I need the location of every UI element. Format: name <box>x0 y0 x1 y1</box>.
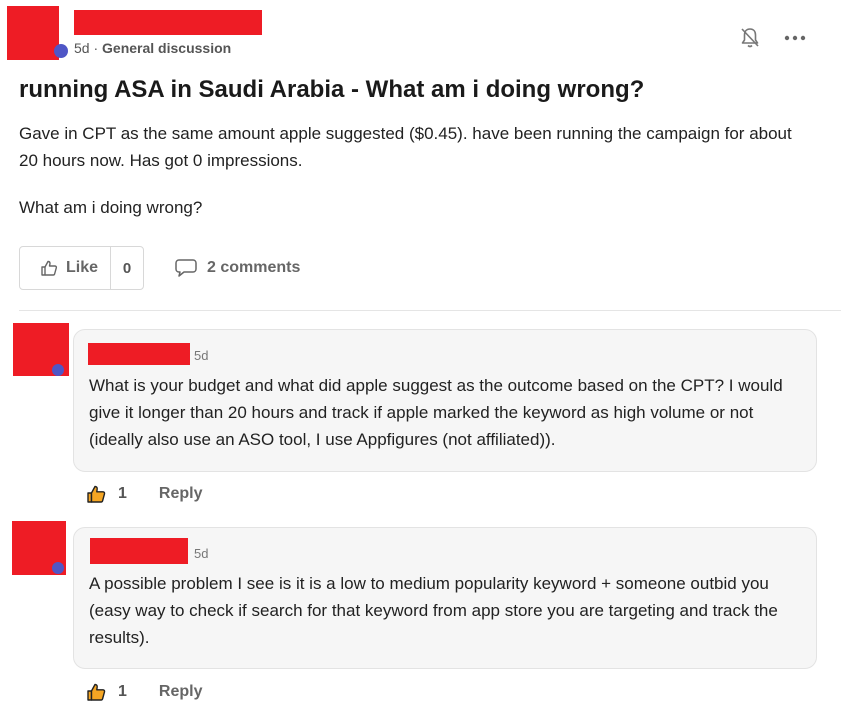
comments-button[interactable]: 2 comments <box>175 258 300 278</box>
comment-text: A possible problem I see is it is a low … <box>89 574 778 647</box>
reply-button[interactable]: Reply <box>159 683 203 701</box>
redacted-author-name[interactable] <box>74 10 262 35</box>
redacted-commenter-name[interactable] <box>88 343 190 365</box>
comment-bubble-icon <box>175 259 197 277</box>
comment-actions: 1 Reply <box>86 484 202 504</box>
avatar-badge <box>54 44 68 58</box>
reply-button[interactable]: Reply <box>159 485 203 503</box>
like-button[interactable]: Like <box>20 247 110 289</box>
notification-bell-icon[interactable] <box>738 26 762 50</box>
like-widget: Like 0 <box>19 246 144 290</box>
comment-card: 5d What is your budget and what did appl… <box>73 329 817 472</box>
like-label: Like <box>66 259 99 276</box>
comment-text: What is your budget and what did apple s… <box>89 376 783 449</box>
comments-count-label: 2 comments <box>207 259 301 276</box>
post-paragraph-2: What am i doing wrong? <box>19 198 203 217</box>
post-time: 5d <box>74 40 90 56</box>
avatar-badge <box>52 364 64 376</box>
thumbs-up-filled-icon[interactable] <box>86 682 106 702</box>
comment-actions: 1 Reply <box>86 682 202 702</box>
post-title: running ASA in Saudi Arabia - What am i … <box>19 76 645 103</box>
thumbs-up-filled-icon[interactable] <box>86 484 106 504</box>
comment-card: 5d A possible problem I see is it is a l… <box>73 527 817 669</box>
comment-like-count: 1 <box>118 683 127 700</box>
more-options-icon[interactable] <box>782 26 808 50</box>
thumbs-up-icon <box>41 260 58 276</box>
like-count: 0 <box>110 247 143 289</box>
post-paragraph-1: Gave in CPT as the same amount apple sug… <box>19 124 792 170</box>
avatar-badge <box>52 562 64 574</box>
comment-time: 5d <box>194 348 209 363</box>
post-category[interactable]: General discussion <box>102 40 231 56</box>
comment-time: 5d <box>194 546 209 561</box>
redacted-author-avatar <box>7 6 59 60</box>
post-meta: 5d · General discussion <box>74 40 231 56</box>
meta-separator: · <box>93 40 99 56</box>
redacted-commenter-name[interactable] <box>90 538 188 564</box>
comment-like-count: 1 <box>118 485 127 502</box>
post-divider <box>19 310 841 311</box>
